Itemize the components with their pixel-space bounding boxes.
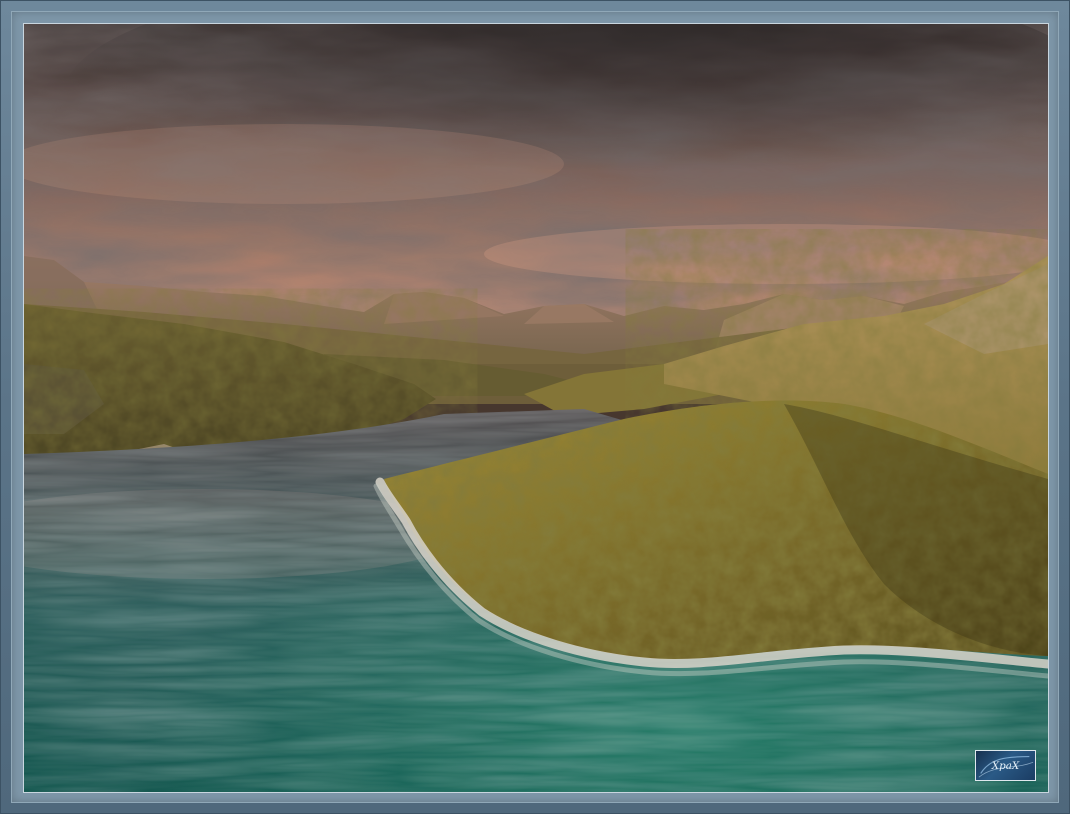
- watermark-text: XpaX: [991, 760, 1020, 772]
- landscape-scene: [24, 24, 1048, 792]
- picture-frame: XpaX: [0, 0, 1070, 814]
- watermark-badge: XpaX: [975, 750, 1036, 781]
- landscape-image: XpaX: [23, 23, 1049, 793]
- xpax-logo-icon: XpaX: [978, 756, 1034, 778]
